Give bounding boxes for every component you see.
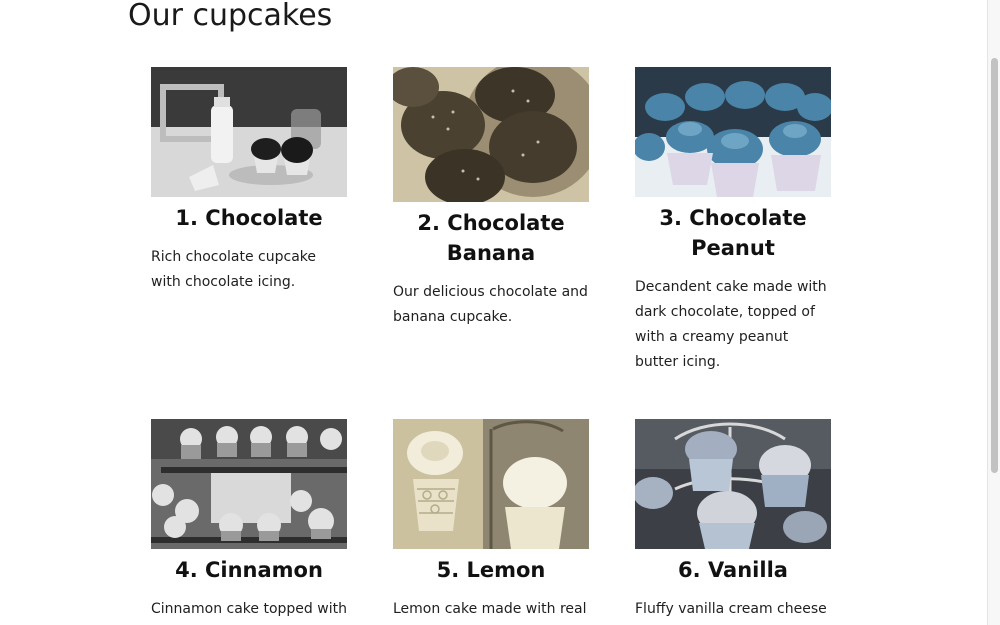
- scrollbar-thumb[interactable]: [991, 58, 998, 473]
- cupcake-card-chocolate-peanut[interactable]: 3. Chocolate Peanut Decandent cake made …: [635, 67, 831, 375]
- chocolate-truffle-cupcakes-photo-icon[interactable]: [393, 67, 589, 202]
- cupcake-description: Decandent cake made with dark chocolate,…: [635, 279, 827, 370]
- cupcake-card-chocolate-banana[interactable]: 2. Chocolate Banana Our delicious chocol…: [393, 67, 589, 330]
- cupcake-card-vanilla[interactable]: 6. Vanilla Fluffy vanilla cream cheese: [635, 419, 831, 622]
- lace-cupcake-photo-icon[interactable]: [393, 419, 589, 549]
- cupcake-description: Cinnamon cake topped with: [151, 601, 347, 617]
- cupcake-description: Lemon cake made with real: [393, 601, 587, 617]
- cupcake-name: 3. Chocolate Peanut: [659, 206, 807, 260]
- vertical-scrollbar[interactable]: [987, 0, 1000, 625]
- frosted-cupcakes-photo-icon[interactable]: [635, 67, 831, 197]
- cupcake-description: Rich chocolate cupcake with chocolate ic…: [151, 249, 317, 290]
- cupcake-name: 6. Vanilla: [678, 558, 788, 582]
- cupcake-tiered-stand-photo-icon[interactable]: [151, 419, 347, 549]
- cupcake-with-milk-photo-icon[interactable]: [151, 67, 347, 197]
- cupcake-description: Fluffy vanilla cream cheese: [635, 601, 827, 617]
- cupcake-name: 2. Chocolate Banana: [417, 211, 565, 265]
- cupcake-card-lemon[interactable]: 5. Lemon Lemon cake made with real: [393, 419, 589, 622]
- cupcake-name: 5. Lemon: [436, 558, 546, 582]
- cupcake-name: 1. Chocolate: [175, 206, 323, 230]
- cupcakes-page: Our cupcakes 1. Chocolate Rich chocolate…: [0, 0, 1000, 625]
- cupcake-card-chocolate[interactable]: 1. Chocolate Rich chocolate cupcake with…: [151, 67, 347, 295]
- cupcake-metal-stand-photo-icon[interactable]: [635, 419, 831, 549]
- cupcake-description: Our delicious chocolate and banana cupca…: [393, 284, 588, 325]
- cupcake-name: 4. Cinnamon: [175, 558, 323, 582]
- cupcake-card-cinnamon[interactable]: 4. Cinnamon Cinnamon cake topped with: [151, 419, 347, 622]
- page-title: Our cupcakes: [128, 0, 333, 33]
